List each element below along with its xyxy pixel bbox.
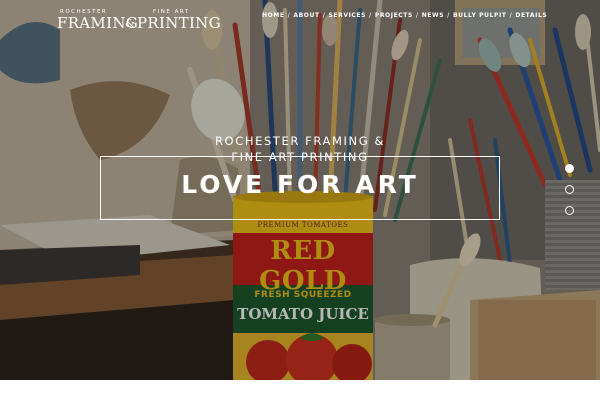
nav-details[interactable]: DETAILS xyxy=(515,12,547,19)
nav-projects[interactable]: PROJECTS xyxy=(375,12,413,19)
nav-about[interactable]: ABOUT xyxy=(293,12,319,19)
nav-separator: / xyxy=(322,12,326,19)
nav-services[interactable]: SERVICES xyxy=(328,12,366,19)
nav-news[interactable]: NEWS xyxy=(422,12,444,19)
slider-dot-2[interactable] xyxy=(565,185,574,194)
nav-bully-pulpit[interactable]: BULLY PULPIT xyxy=(453,12,507,19)
nav-separator: / xyxy=(287,12,291,19)
logo-printing: PRINTING xyxy=(137,14,221,32)
nav-separator: / xyxy=(509,12,513,19)
page-below-hero xyxy=(0,380,600,400)
nav-home[interactable]: HOME xyxy=(262,12,285,19)
main-nav: HOME / ABOUT / SERVICES / PROJECTS / NEW… xyxy=(262,12,547,19)
hero-kicker-line1: ROCHESTER FRAMING & xyxy=(214,134,386,148)
nav-separator: / xyxy=(415,12,419,19)
slider-dot-1[interactable] xyxy=(565,164,574,173)
hero-section: PREMIUM TOMATOES RED GOLD FRESH SQUEEZED… xyxy=(0,0,600,380)
slider-dot-3[interactable] xyxy=(565,206,574,215)
nav-separator: / xyxy=(447,12,450,19)
hero-title: LOVE FOR ART xyxy=(181,170,419,199)
nav-separator: / xyxy=(369,12,372,19)
logo-ampersand: & xyxy=(125,17,135,30)
